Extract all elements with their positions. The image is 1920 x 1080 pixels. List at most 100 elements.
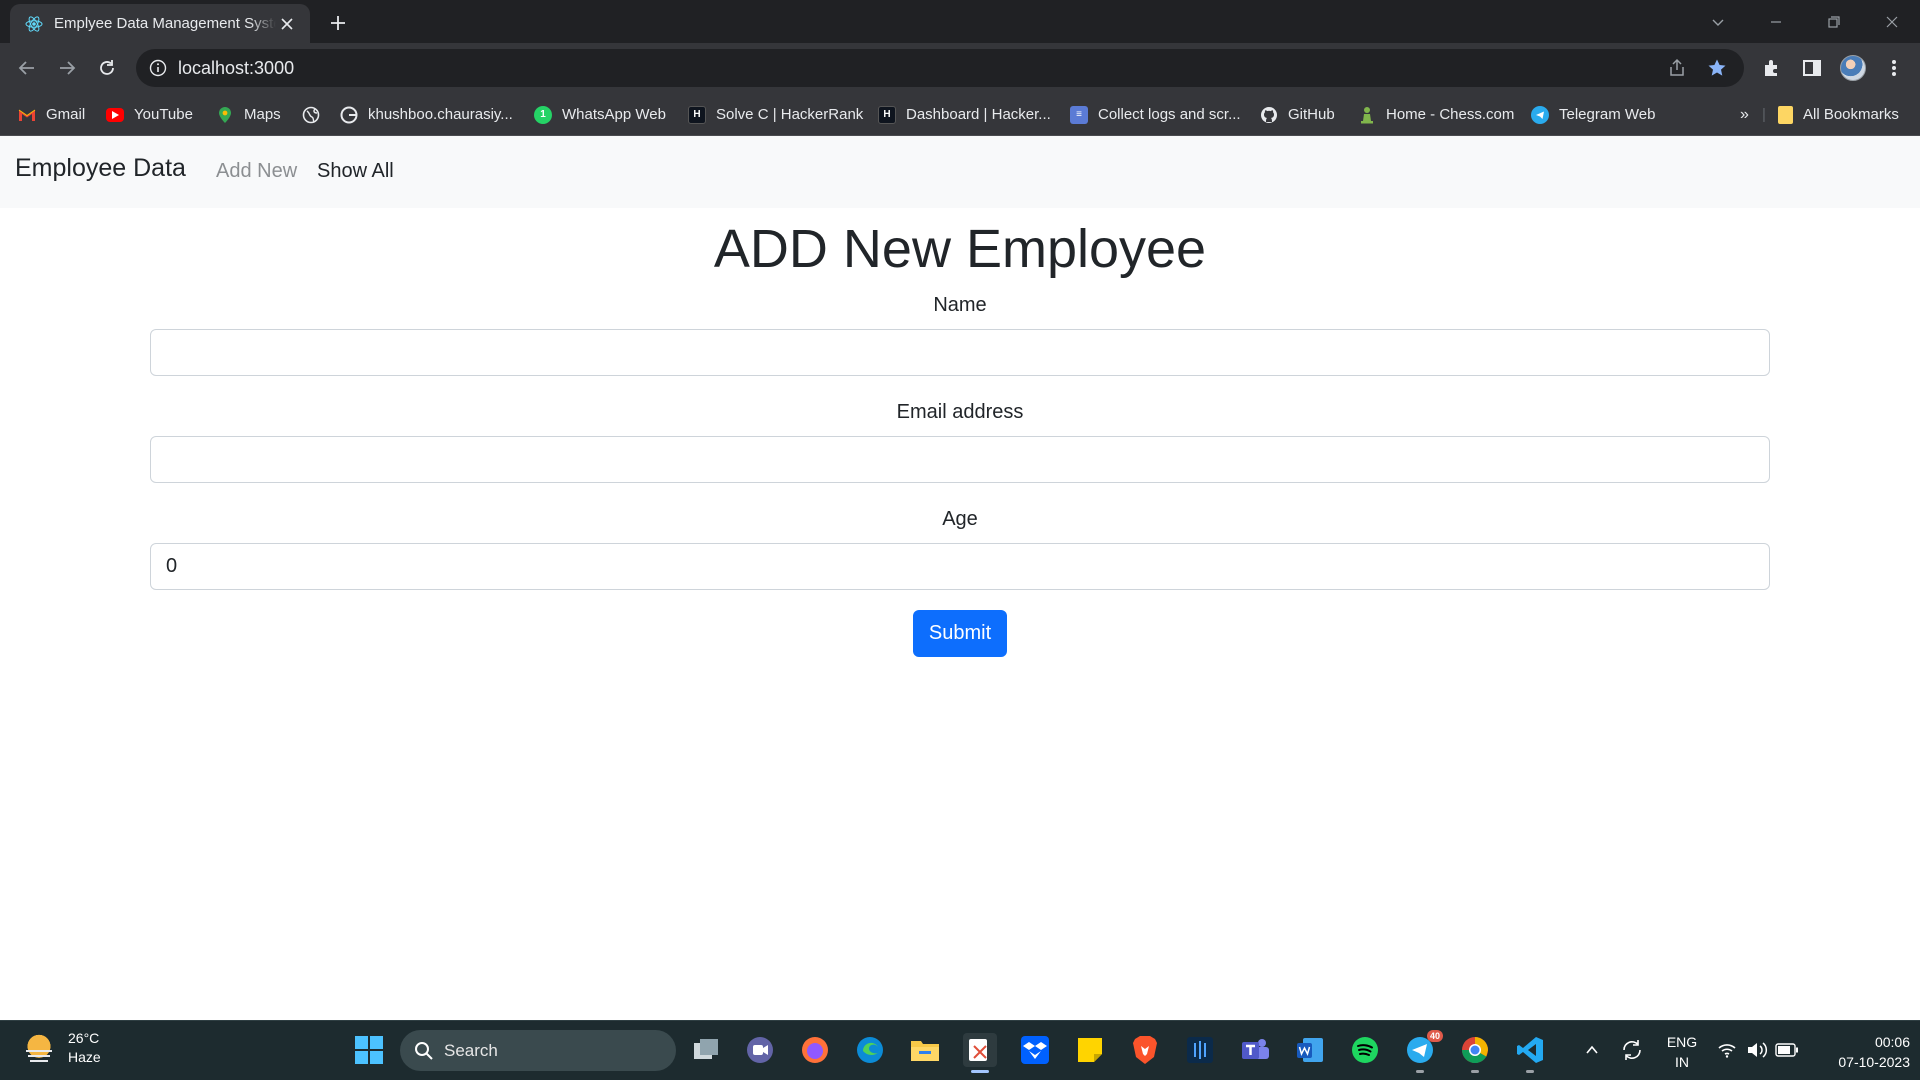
- weather-widget[interactable]: 26°C Haze: [22, 1029, 101, 1067]
- github-icon: [1260, 106, 1278, 124]
- spotify-icon[interactable]: [1348, 1033, 1382, 1067]
- sync-icon[interactable]: [1615, 1033, 1649, 1067]
- active-indicator: [971, 1070, 989, 1073]
- browser-tabstrip: Emplyee Data Management System: [0, 0, 1920, 43]
- all-bookmarks-button[interactable]: All Bookmarks: [1778, 93, 1899, 136]
- profile-avatar[interactable]: [1840, 55, 1866, 81]
- browser-tab[interactable]: Emplyee Data Management System: [10, 4, 310, 43]
- bookmark-google-account[interactable]: khushboo.chaurasiy...: [340, 93, 513, 136]
- address-bar[interactable]: localhost:3000: [136, 49, 1744, 87]
- new-tab-button[interactable]: [324, 9, 352, 37]
- ssms-icon[interactable]: [1183, 1033, 1217, 1067]
- name-input[interactable]: [150, 329, 1770, 376]
- bookmark-globe[interactable]: [302, 93, 330, 136]
- chevron-up-icon[interactable]: [1575, 1033, 1609, 1067]
- minimize-button[interactable]: [1748, 0, 1804, 43]
- maps-icon: [216, 106, 234, 124]
- chrome-icon[interactable]: [1458, 1033, 1492, 1073]
- bookmark-label: Collect logs and scr...: [1098, 106, 1241, 123]
- page-title: ADD New Employee: [713, 219, 1207, 279]
- back-button[interactable]: [12, 53, 42, 83]
- battery-icon[interactable]: [1770, 1033, 1804, 1067]
- teams-icon[interactable]: [1238, 1033, 1272, 1067]
- brave-icon[interactable]: [1128, 1033, 1162, 1067]
- bookmark-youtube[interactable]: YouTube: [106, 93, 193, 136]
- bookmark-label: Telegram Web: [1559, 106, 1656, 123]
- close-icon[interactable]: [276, 13, 298, 35]
- react-icon: [25, 15, 43, 32]
- taskbar: 26°C Haze Search 40 ENG IN 00:06 07-10-2…: [0, 1020, 1920, 1080]
- taskbar-clock[interactable]: 00:06 07-10-2023: [1810, 1032, 1910, 1072]
- logs-icon: ≡: [1070, 105, 1088, 124]
- submit-button[interactable]: Submit: [913, 610, 1007, 657]
- hackerrank-icon: H: [688, 105, 706, 124]
- clock-time: 00:06: [1874, 1034, 1910, 1050]
- side-panel-icon[interactable]: [1800, 56, 1824, 80]
- wifi-icon[interactable]: [1710, 1033, 1744, 1067]
- all-bookmarks-label: All Bookmarks: [1803, 106, 1899, 123]
- bookmarks-divider: |: [1762, 106, 1766, 123]
- snipping-tool-icon[interactable]: [963, 1033, 997, 1073]
- bookmark-whatsapp[interactable]: 1 WhatsApp Web: [534, 93, 666, 136]
- bookmark-collect-logs[interactable]: ≡ Collect logs and scr...: [1070, 93, 1241, 136]
- word-icon[interactable]: [1293, 1033, 1327, 1067]
- email-input[interactable]: [150, 436, 1770, 483]
- bookmark-label: Gmail: [46, 106, 86, 123]
- bookmark-gmail[interactable]: Gmail: [18, 93, 85, 136]
- tab-search-button[interactable]: [1690, 0, 1746, 43]
- sticky-notes-icon[interactable]: [1073, 1033, 1107, 1067]
- bookmark-maps[interactable]: Maps: [216, 93, 281, 136]
- telegram-icon: [1531, 105, 1549, 124]
- temperature-text: 26°C: [68, 1030, 100, 1046]
- age-input[interactable]: [150, 543, 1770, 590]
- share-icon[interactable]: [1666, 57, 1688, 79]
- restore-button[interactable]: [1806, 0, 1862, 43]
- nav-show-all[interactable]: Show All: [317, 160, 394, 183]
- file-explorer-icon[interactable]: [908, 1033, 942, 1067]
- bookmark-chess[interactable]: Home - Chess.com: [1358, 93, 1514, 136]
- language-indicator[interactable]: ENG IN: [1662, 1032, 1702, 1072]
- haze-icon: [22, 1031, 56, 1065]
- forward-button[interactable]: [52, 53, 82, 83]
- email-label: Email address: [896, 401, 1024, 423]
- tab-title: Emplyee Data Management System: [54, 15, 276, 32]
- nav-add-new[interactable]: Add New: [216, 160, 297, 183]
- running-indicator: [1526, 1070, 1534, 1073]
- bookmark-label: Dashboard | Hacker...: [906, 106, 1051, 123]
- region-code: IN: [1675, 1054, 1689, 1070]
- bookmark-hackerrank-dashboard[interactable]: H Dashboard | Hacker...: [878, 93, 1051, 136]
- bookmark-label: Home - Chess.com: [1386, 106, 1515, 123]
- meet-icon[interactable]: [743, 1033, 777, 1067]
- firefox-icon[interactable]: [798, 1033, 832, 1067]
- windows-icon: [355, 1036, 383, 1064]
- task-view-icon[interactable]: [689, 1033, 723, 1067]
- url-text[interactable]: localhost:3000: [178, 58, 294, 79]
- telegram-app-icon[interactable]: 40: [1403, 1030, 1443, 1073]
- dropbox-icon[interactable]: [1018, 1033, 1052, 1067]
- start-button[interactable]: [352, 1033, 386, 1067]
- search-placeholder: Search: [444, 1040, 498, 1060]
- bookmark-telegram[interactable]: Telegram Web: [1531, 93, 1655, 136]
- navbar-brand[interactable]: Employee Data: [15, 154, 186, 183]
- bookmarks-bar: Gmail YouTube Maps khushboo.chaurasiy...…: [0, 93, 1920, 136]
- bookmark-label: YouTube: [134, 106, 193, 123]
- vscode-icon[interactable]: [1513, 1033, 1547, 1073]
- name-label: Name: [933, 294, 987, 316]
- extensions-icon[interactable]: [1760, 56, 1784, 80]
- browser-toolbar: localhost:3000: [0, 43, 1920, 93]
- running-indicator: [1416, 1070, 1424, 1073]
- bookmark-hackerrank-solve[interactable]: H Solve C | HackerRank: [688, 93, 863, 136]
- taskbar-search[interactable]: Search: [400, 1030, 676, 1071]
- bookmark-star-icon[interactable]: [1706, 57, 1728, 79]
- volume-icon[interactable]: [1740, 1033, 1774, 1067]
- reload-button[interactable]: [92, 53, 122, 83]
- bookmarks-overflow[interactable]: »: [1740, 93, 1749, 136]
- menu-kebab-icon[interactable]: [1882, 56, 1906, 80]
- gmail-icon: [18, 106, 36, 124]
- close-window-button[interactable]: [1864, 0, 1920, 43]
- reload-icon: [100, 60, 114, 75]
- chess-icon: [1358, 106, 1376, 124]
- bookmark-github[interactable]: GitHub: [1260, 93, 1335, 136]
- info-icon[interactable]: [148, 58, 168, 78]
- edge-icon[interactable]: [853, 1033, 887, 1067]
